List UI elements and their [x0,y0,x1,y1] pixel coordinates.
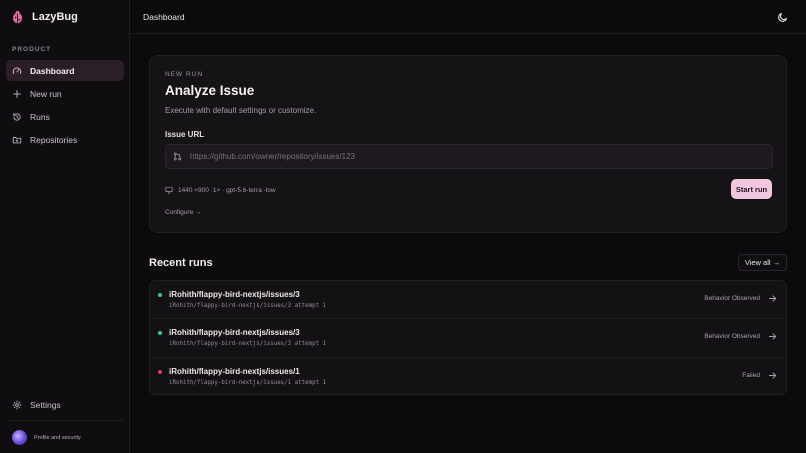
history-icon [13,112,21,121]
sidebar-item-new-run[interactable]: New run [6,83,124,104]
start-run-button[interactable]: Start run [731,179,772,199]
folder-git-icon [12,136,22,143]
status-dot [158,369,162,374]
sidebar: LazyBug PRODUCT Dashboard New run Runs R… [0,0,130,453]
gauge-icon [12,67,22,74]
monitor-icon [165,186,173,194]
run-settings-text: 1440 ×900 ·1× · gpt-5.6-terra ·low [178,186,276,194]
sidebar-item-label: Dashboard [30,65,75,76]
issue-url-label: Issue URL [165,130,205,139]
moon-icon[interactable] [777,11,789,23]
profile-link[interactable]: Profile and security [12,430,81,445]
list-item[interactable]: iRohith/flappy-bird-nextjs/issues/3 iRoh… [150,319,786,358]
arrow-right-icon [768,371,777,379]
status-dot [158,331,162,336]
arrow-right-icon [768,295,777,302]
run-status: Failed [742,371,760,379]
profile-label: Profile and security [34,434,81,441]
list-item[interactable]: iRohith/flappy-bird-nextjs/issues/1 iRoh… [150,358,786,394]
run-title: iRohith/flappy-bird-nextjs/issues/3 [169,290,300,299]
sidebar-section-label: PRODUCT [12,46,52,53]
card-subtitle: Execute with default settings or customi… [165,106,317,115]
card-title: Analyze Issue [165,83,255,98]
page-title: Dashboard [143,12,185,22]
app-name: LazyBug [32,11,78,23]
plus-icon [13,89,21,98]
run-title: iRohith/flappy-bird-nextjs/issues/3 [169,328,300,338]
run-subtitle: iRohith/flappy-bird-nextjs/issues/1 atte… [169,379,327,386]
status-dot [158,293,162,297]
run-subtitle: iRohith/flappy-bird-nextjs/issues/3 atte… [169,303,327,309]
git-pull-request-icon [173,152,182,161]
bug-logo-icon [12,11,23,24]
recent-runs-list: iRohith/flappy-bird-nextjs/issues/3 iRoh… [149,280,787,395]
brand[interactable]: LazyBug [11,9,78,25]
top-bar: Dashboard [130,0,806,34]
sidebar-item-label: New run [30,88,62,99]
run-subtitle: iRohith/flappy-bird-nextjs/issues/3 atte… [169,341,327,348]
new-run-card: NEW RUN Analyze Issue Execute with defau… [149,55,787,233]
run-status: Behavior Observed [704,333,760,341]
sidebar-divider [6,420,124,421]
run-settings-summary: 1440 ×900 ·1× · gpt-5.6-terra ·low [165,186,276,194]
sidebar-item-settings[interactable]: Settings [6,394,124,415]
recent-runs-title: Recent runs [149,257,213,269]
sidebar-item-label: Runs [30,111,50,122]
run-status: Behavior Observed [704,295,760,302]
run-title: iRohith/flappy-bird-nextjs/issues/1 [169,366,300,376]
issue-url-field[interactable] [165,144,773,169]
issue-url-input[interactable] [190,152,750,161]
sidebar-item-runs[interactable]: Runs [6,106,124,127]
view-all-button[interactable]: View all → [738,254,787,271]
card-eyebrow: NEW RUN [165,71,204,78]
list-item[interactable]: iRohith/flappy-bird-nextjs/issues/3 iRoh… [150,281,786,320]
gear-icon [12,400,22,409]
settings-label: Settings [30,399,61,410]
sidebar-item-label: Repositories [30,134,78,145]
sidebar-item-repositories[interactable]: Repositories [6,129,124,150]
configure-link[interactable]: Configure → [165,209,202,216]
arrow-right-icon [768,333,777,340]
sidebar-item-dashboard[interactable]: Dashboard [6,60,124,81]
avatar [12,430,27,445]
sidebar-nav: Dashboard New run Runs Repositories [6,60,124,152]
